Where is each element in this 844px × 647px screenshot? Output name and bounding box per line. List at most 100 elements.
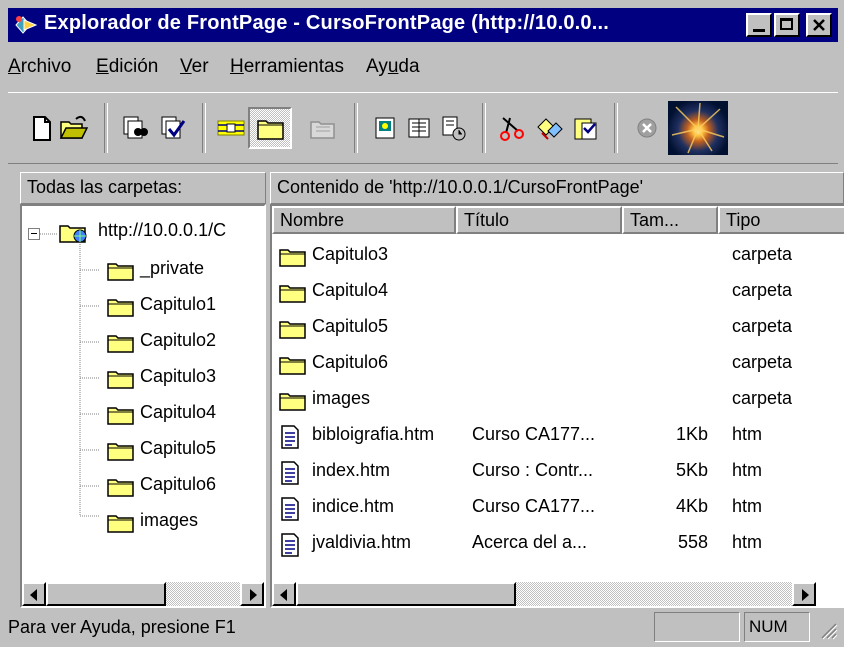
- toolbar-separator: [482, 103, 486, 153]
- toolbar: [8, 92, 838, 164]
- new-page-icon[interactable]: [26, 113, 56, 143]
- scroll-thumb[interactable]: [296, 582, 516, 606]
- close-icon: [813, 19, 825, 31]
- folder-icon: [279, 393, 306, 411]
- folder-icon: [278, 280, 308, 309]
- find-icon[interactable]: [120, 113, 150, 143]
- contents-list[interactable]: Nombre Título Tam... Tipo Capitulo3 carpe…: [270, 204, 844, 608]
- cell-type: htm: [732, 460, 763, 480]
- folder-icon: [279, 321, 306, 339]
- right-arrow-icon: [250, 589, 257, 601]
- status-panel-empty: [654, 612, 740, 642]
- tree-item-label: Capitulo2: [140, 330, 217, 350]
- folder-icon: [278, 352, 308, 381]
- html-file-icon: [278, 496, 302, 527]
- open-folder-icon[interactable]: [58, 113, 88, 143]
- cell-size: 558: [677, 532, 708, 552]
- cut-icon[interactable]: [498, 113, 528, 143]
- title-bar[interactable]: Explorador de FrontPage - CursoFrontPage…: [8, 8, 838, 42]
- menu-ver[interactable]: Ver: [180, 56, 209, 78]
- file-row[interactable]: bibloigrafia.htm Curso CA177... 1Kb htm: [272, 418, 844, 454]
- cell-name: index.htm: [312, 460, 391, 480]
- status-text: Para ver Ayuda, presione F1: [8, 617, 236, 637]
- file-row[interactable]: indice.htm Curso CA177... 4Kb htm: [272, 490, 844, 526]
- menu-bar: Archivo Edición Ver Herramientas Ayuda: [8, 50, 838, 82]
- cell-type: htm: [732, 496, 763, 516]
- folders-pane-header: Todas las carpetas:: [20, 172, 266, 204]
- folder-icon: [278, 388, 308, 417]
- folder-icon: [107, 335, 134, 353]
- html-file-icon: [281, 461, 299, 485]
- file-row[interactable]: Capitulo3 carpeta: [272, 238, 844, 274]
- maximize-button[interactable]: [774, 13, 800, 37]
- scroll-right-button[interactable]: [792, 582, 816, 606]
- stop-icon[interactable]: [632, 113, 662, 143]
- folder-icon: [278, 316, 308, 345]
- column-header-tamano[interactable]: Tam...: [622, 206, 718, 234]
- frontpage-explorer-icon[interactable]: [14, 14, 38, 36]
- column-header-tipo[interactable]: Tipo: [718, 206, 844, 234]
- html-file-icon: [281, 533, 299, 557]
- copy-icon[interactable]: [534, 113, 564, 143]
- tree-item-label: images: [140, 510, 199, 530]
- cell-name: indice.htm: [312, 496, 395, 516]
- scroll-left-button[interactable]: [272, 582, 296, 606]
- tree-item-label: Capitulo4: [140, 402, 217, 422]
- file-row[interactable]: Capitulo4 carpeta: [272, 274, 844, 310]
- html-file-icon: [281, 425, 299, 449]
- folders-tree[interactable]: http://10.0.0.1/C _private Capitulo1 Capit…: [20, 204, 266, 608]
- collapse-toggle[interactable]: [28, 228, 40, 240]
- file-row[interactable]: jvaldivia.htm Acerca del a... 558 htm: [272, 526, 844, 562]
- scroll-thumb[interactable]: [46, 582, 166, 606]
- right-arrow-icon: [802, 589, 809, 601]
- folder-icon: [279, 357, 306, 375]
- file-row[interactable]: Capitulo5 carpeta: [272, 310, 844, 346]
- hyperlinks-view-icon[interactable]: [216, 113, 246, 143]
- folder-icon: [107, 515, 134, 533]
- menu-edicion[interactable]: Edición: [96, 56, 158, 78]
- file-row[interactable]: index.htm Curso : Contr... 5Kb htm: [272, 454, 844, 490]
- frontpage-editor-icon[interactable]: [370, 113, 400, 143]
- spell-check-icon[interactable]: [158, 113, 188, 143]
- toolbar-separator: [614, 103, 618, 153]
- resize-grip-icon[interactable]: [818, 620, 838, 640]
- cell-name: Capitulo3: [312, 244, 389, 264]
- cell-type: carpeta: [732, 244, 793, 264]
- toolbar-separator: [104, 103, 108, 153]
- menu-ayuda[interactable]: Ayuda: [366, 56, 420, 78]
- html-file-icon: [281, 497, 299, 521]
- folder-view-icon: [257, 120, 284, 140]
- minimize-icon: [753, 29, 765, 32]
- scroll-left-button[interactable]: [22, 582, 46, 606]
- left-arrow-icon: [280, 589, 287, 601]
- tree-root-label: http://10.0.0.1/C: [98, 220, 227, 240]
- cell-title: Curso : Contr...: [472, 460, 594, 480]
- close-button[interactable]: [806, 13, 832, 37]
- minus-icon: [31, 233, 37, 234]
- scroll-right-button[interactable]: [240, 582, 264, 606]
- file-row[interactable]: images carpeta: [272, 382, 844, 418]
- cell-type: carpeta: [732, 316, 793, 336]
- html-file-icon: [278, 532, 302, 563]
- folder-icon: [107, 299, 134, 317]
- web-folder-icon: [59, 225, 87, 243]
- cell-name: Capitulo5: [312, 316, 389, 336]
- paste-icon[interactable]: [570, 113, 600, 143]
- to-do-list-icon[interactable]: [438, 113, 468, 143]
- minimize-button[interactable]: [746, 13, 772, 37]
- cell-type: carpeta: [732, 280, 793, 300]
- folder-icon: [107, 263, 134, 281]
- tree-item-label: Capitulo5: [140, 438, 217, 458]
- left-arrow-icon: [30, 589, 37, 601]
- toolbar-separator: [354, 103, 358, 153]
- up-folder-icon[interactable]: [308, 113, 338, 143]
- folder-view-button[interactable]: [248, 107, 292, 149]
- cell-name: bibloigrafia.htm: [312, 424, 435, 444]
- num-lock-indicator: NUM: [744, 612, 810, 642]
- column-header-titulo[interactable]: Título: [456, 206, 622, 234]
- column-header-nombre[interactable]: Nombre: [272, 206, 456, 234]
- menu-archivo[interactable]: Archivo: [8, 56, 71, 78]
- menu-herramientas[interactable]: Herramientas: [230, 56, 344, 78]
- image-editor-icon[interactable]: [404, 113, 434, 143]
- file-row[interactable]: Capitulo6 carpeta: [272, 346, 844, 382]
